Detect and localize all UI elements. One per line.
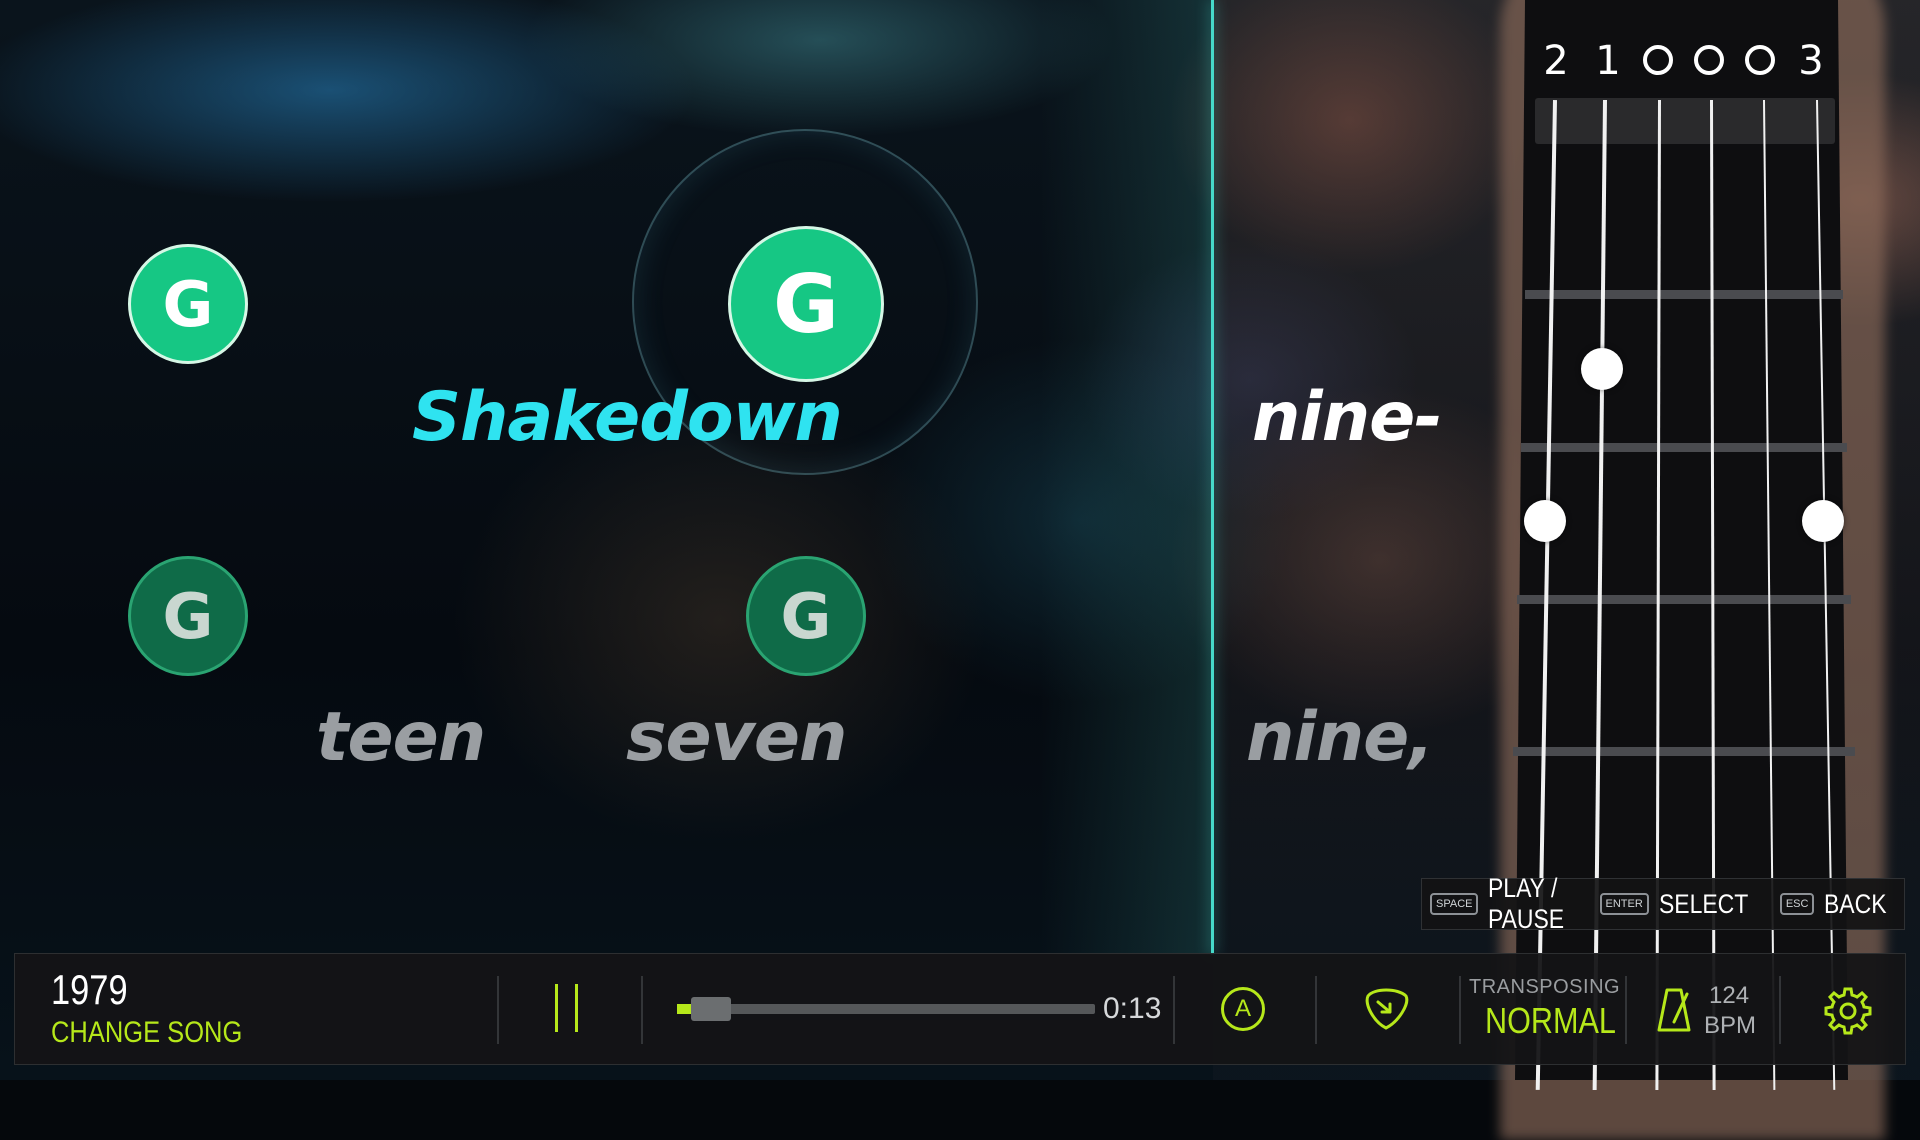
back-hint[interactable]: BACK <box>1824 889 1887 920</box>
esc-key-icon: ESC <box>1779 893 1815 915</box>
lyric-next-1: teen <box>316 698 486 777</box>
divider <box>1315 976 1317 1044</box>
chord-top-1: G <box>128 244 248 364</box>
string-marker-1: 3 <box>1798 38 1824 84</box>
play-pause-hint[interactable]: PLAY / PAUSE <box>1488 873 1569 935</box>
progress-track[interactable] <box>677 1004 1095 1014</box>
playline-glow <box>1040 0 1212 955</box>
open-string-icon <box>1694 45 1724 75</box>
chord-bottom-1: G <box>128 556 248 676</box>
pause-icon <box>555 984 558 1032</box>
chord-bottom-2: G <box>746 556 866 676</box>
auto-icon[interactable]: A <box>1221 987 1265 1031</box>
keyboard-hints: SPACE PLAY / PAUSE ENTER SELECT ESC BACK <box>1421 873 1905 934</box>
fret-4 <box>1513 747 1855 756</box>
bpm-value: 124 <box>1709 982 1750 1009</box>
open-string-icon <box>1745 45 1775 75</box>
enter-key-icon: ENTER <box>1599 893 1649 915</box>
divider <box>1625 976 1627 1044</box>
bottom-bar: 1979 CHANGE SONG 0:13 A TRANSPOSING NORM… <box>14 953 1906 1065</box>
change-song-button[interactable]: CHANGE SONG <box>51 1016 242 1050</box>
auto-label: A <box>1234 995 1251 1022</box>
chord-label: G <box>162 267 214 341</box>
divider <box>641 976 643 1044</box>
lyric-active: Shakedown <box>412 378 843 457</box>
progress-handle[interactable] <box>691 997 731 1021</box>
fret-3 <box>1517 595 1851 604</box>
transposing-value[interactable]: NORMAL <box>1485 1000 1616 1042</box>
elapsed-time: 0:13 <box>1103 992 1162 1025</box>
finger-dot <box>1581 348 1623 390</box>
space-key-icon: SPACE <box>1430 893 1479 915</box>
open-string-icon <box>1643 45 1673 75</box>
nut <box>1535 98 1835 144</box>
fret-1 <box>1525 290 1843 299</box>
divider <box>1779 976 1781 1044</box>
pause-icon-bar <box>575 984 578 1032</box>
metronome-icon[interactable] <box>1657 988 1691 1032</box>
chord-label: G <box>162 579 214 653</box>
divider <box>497 976 499 1044</box>
finger-dot <box>1802 500 1844 542</box>
divider <box>1173 976 1175 1044</box>
playhead-line <box>1211 0 1214 955</box>
progress-fill <box>677 1004 691 1014</box>
string-marker-5: 1 <box>1595 38 1621 84</box>
fret-2 <box>1521 443 1847 452</box>
finger-dot <box>1524 500 1566 542</box>
song-title: 1979 <box>51 966 128 1013</box>
chord-top-active: G <box>728 226 884 382</box>
chord-label: G <box>773 257 839 351</box>
string-marker-6: 2 <box>1543 38 1569 84</box>
select-hint[interactable]: SELECT <box>1659 889 1748 920</box>
pick-icon[interactable] <box>1360 982 1412 1034</box>
lyric-next-2: seven <box>626 698 847 777</box>
lyric-next-3: nine, <box>1246 698 1434 777</box>
gear-icon[interactable] <box>1823 986 1873 1036</box>
divider <box>1459 976 1461 1044</box>
transposing-label: TRANSPOSING <box>1469 976 1621 998</box>
pause-button[interactable] <box>555 984 615 1036</box>
lyric-upcoming: nine- <box>1252 378 1442 457</box>
chord-label: G <box>780 579 832 653</box>
bpm-label: BPM <box>1704 1012 1757 1039</box>
